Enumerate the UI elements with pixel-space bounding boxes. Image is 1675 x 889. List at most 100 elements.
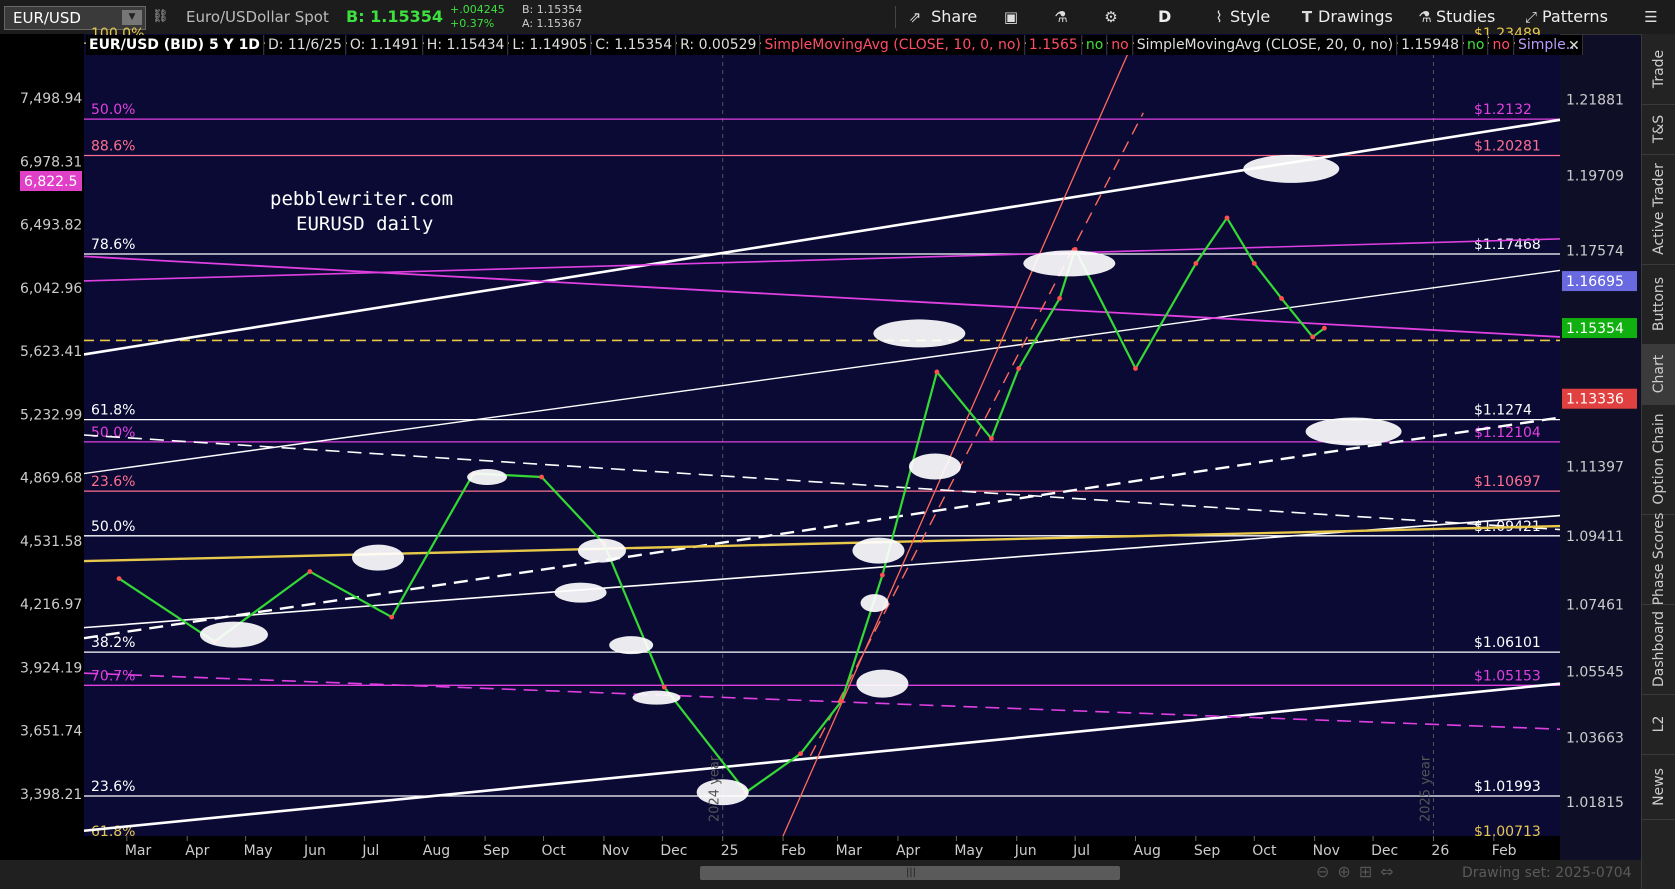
right-tab-option-chain[interactable]: Option Chain — [1642, 404, 1675, 515]
right-axis-tick: 1.07461 — [1566, 597, 1624, 613]
fib-right-label: $1.01993 — [1474, 779, 1541, 795]
right-tab-t-s[interactable]: T&S — [1642, 104, 1675, 155]
ohlc-close: C: 1.15354 — [592, 35, 677, 55]
x-axis-tick-label: Jul — [1072, 843, 1090, 859]
fib-left-label: 23.6% — [91, 474, 135, 490]
price-point — [307, 569, 313, 574]
right-tab-label: Option Chain — [1651, 413, 1667, 505]
x-axis-tick-label: Jul — [361, 843, 379, 859]
right-axis-tick: 1.17574 — [1566, 243, 1624, 259]
trend-line — [83, 524, 1561, 563]
x-axis-tick-label: Dec — [660, 843, 687, 859]
ohlc-open: O: 1.1491 — [346, 35, 423, 55]
price-point — [116, 576, 122, 581]
price-series-line — [118, 216, 1326, 794]
left-axis-tick: 3,924.19 — [20, 660, 82, 676]
right-axis-tick: 1.05545 — [1566, 665, 1624, 681]
highlight-ellipse — [199, 621, 268, 648]
right-tab-chart[interactable]: Chart — [1642, 344, 1675, 405]
highlight-ellipse — [873, 319, 966, 348]
chart-info-header: EUR/USD (BID) 5 Y 1D D: 11/6/25 O: 1.1491 H… — [86, 35, 1584, 55]
price-point — [1057, 296, 1062, 301]
right-axis-tick: 1.19709 — [1566, 169, 1624, 185]
right-tab-label: Buttons — [1651, 276, 1667, 332]
price-point — [1193, 260, 1199, 266]
x-axis-tick-label: Oct — [542, 843, 567, 859]
left-axis-tick: 6,978.31 — [20, 154, 82, 170]
highlight-ellipse — [1023, 250, 1116, 277]
price-point — [1016, 366, 1022, 371]
ohlc-date: D: 11/6/25 — [264, 35, 346, 55]
left-axis-tick: 6,493.82 — [20, 218, 82, 234]
right-tab-phase-scores[interactable]: Phase Scores — [1642, 513, 1675, 605]
sma20-value: 1.15948 — [1398, 35, 1464, 55]
right-tab-label: T&S — [1651, 114, 1667, 144]
trend-line — [809, 112, 1144, 757]
sma10-label[interactable]: SimpleMovingAvg (CLOSE, 10, 0, no) — [761, 35, 1025, 55]
x-axis-tick-label: Aug — [423, 843, 450, 859]
left-axis-tick: 4,216.97 — [20, 597, 82, 613]
sma20-label[interactable]: SimpleMovingAvg (CLOSE, 20, 0, no) — [1133, 35, 1398, 55]
left-axis-tick: 3,398.21 — [20, 787, 82, 803]
x-axis-tick-label: 26 — [1431, 843, 1449, 859]
right-tab-l2[interactable]: L2 — [1642, 694, 1675, 755]
collapse-icon[interactable]: ✕ — [1568, 38, 1580, 54]
sma10-value: 1.1565 — [1025, 35, 1082, 55]
right-tab-dashboard[interactable]: Dashboard — [1642, 604, 1675, 695]
price-point — [839, 698, 844, 704]
price-point — [798, 751, 803, 757]
chart-title: EUR/USD (BID) 5 Y 1D — [86, 35, 264, 55]
x-axis-tick-label: Apr — [185, 843, 209, 859]
right-tab-active-trader[interactable]: Active Trader — [1642, 154, 1675, 265]
fib-right-label: $1.1274 — [1474, 403, 1532, 419]
trend-line — [83, 434, 1561, 531]
x-axis-tick-label: Feb — [1492, 843, 1517, 859]
sma10-flag-1: no — [1082, 35, 1108, 55]
sma20-flag-2: no — [1489, 35, 1514, 55]
hamburger-icon: ☰ — [1644, 8, 1658, 26]
price-point — [1133, 366, 1138, 371]
menu-button[interactable]: ☰ — [1640, 0, 1662, 34]
left-axis-tick: 3,651.74 — [20, 724, 82, 740]
ohlc-high: H: 1.15434 — [423, 35, 509, 55]
trend-line — [83, 682, 1561, 833]
x-axis-tick-label: Oct — [1252, 843, 1277, 859]
right-tab-label: Dashboard — [1651, 611, 1667, 687]
highlight-ellipse — [860, 594, 889, 613]
sma10-flag-2: no — [1108, 35, 1133, 55]
fib-right-label: $1.20281 — [1474, 139, 1541, 155]
x-axis-tick-label: Sep — [1194, 843, 1221, 859]
trend-line — [83, 672, 1561, 730]
highlight-ellipse — [632, 690, 681, 705]
price-point — [1279, 296, 1284, 301]
right-axis-tick: 1.03663 — [1566, 730, 1624, 746]
fib-left-label: 38.2% — [91, 635, 135, 651]
price-tag-label: 1.16695 — [1566, 274, 1624, 290]
trend-line — [83, 416, 1561, 640]
x-axis-tick-label: 25 — [721, 843, 739, 859]
grip-icon[interactable]: ||| — [905, 866, 917, 880]
thinkorswim-window: EUR/USD ▼ ⛓ Euro/USDollar Spot B: 1.1535… — [0, 0, 1675, 889]
price-tag-label: 1.15354 — [1566, 321, 1624, 337]
ohlc-range: R: 0.00529 — [677, 35, 761, 55]
fib-right-label: $1.06101 — [1474, 635, 1541, 651]
zoom-controls[interactable]: ⊖⊕⊞⇔ — [1316, 862, 1402, 881]
price-point — [934, 369, 940, 375]
highlight-ellipse — [577, 538, 626, 563]
right-axis-tick: 1.21881 — [1566, 92, 1624, 108]
left-axis-tick: 7,498.94 — [20, 91, 82, 107]
left-axis-tick: 5,623.41 — [20, 344, 82, 360]
right-axis-tick: 1.01815 — [1566, 795, 1624, 811]
x-axis-tick-label: Nov — [1313, 843, 1340, 859]
right-tab-buttons[interactable]: Buttons — [1642, 264, 1675, 345]
right-tab-trade[interactable]: Trade — [1642, 34, 1675, 105]
highlight-ellipse — [1305, 417, 1402, 446]
x-axis-tick-label: Mar — [836, 843, 863, 859]
left-axis-tick: 5,232.99 — [20, 407, 82, 423]
price-point — [989, 436, 994, 441]
right-tab-label: L2 — [1651, 715, 1667, 733]
right-tab-news[interactable]: News — [1642, 754, 1675, 820]
x-axis-tick-label: Jun — [303, 843, 326, 859]
sma20-flag-1: no — [1464, 35, 1489, 55]
highlight-ellipse — [1243, 154, 1340, 183]
